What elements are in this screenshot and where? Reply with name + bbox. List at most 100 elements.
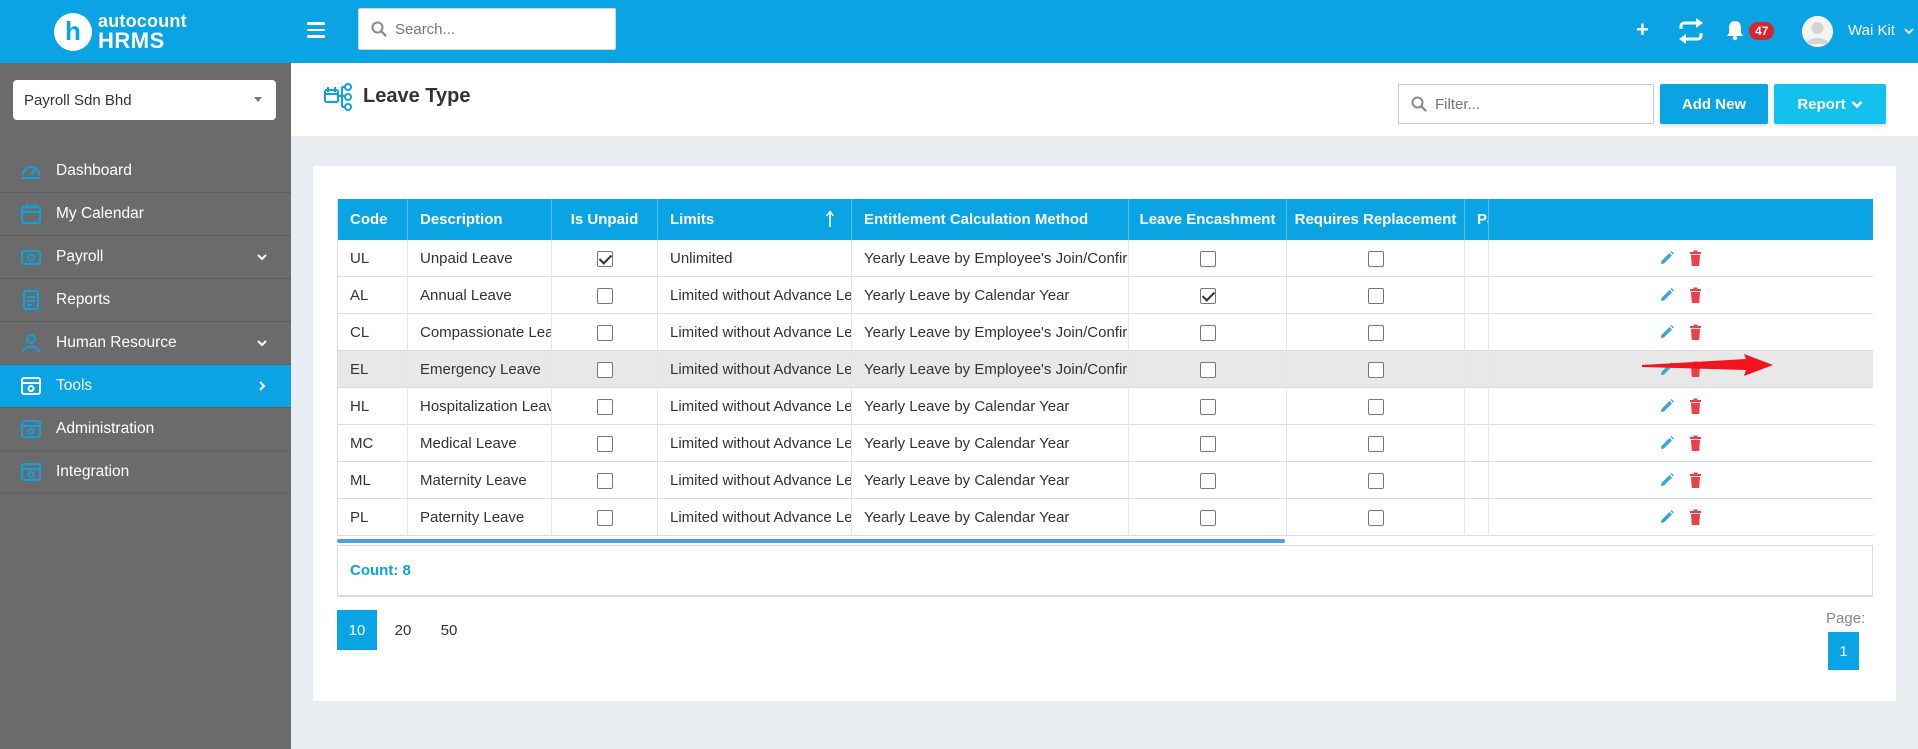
horizontal-scrollbar[interactable] xyxy=(337,539,1285,543)
requires-replacement-checkbox[interactable] xyxy=(1367,509,1384,526)
sidebar-item-payroll[interactable]: Payroll xyxy=(0,236,291,279)
is-unpaid-checkbox[interactable] xyxy=(596,435,613,452)
delete-trash-icon[interactable] xyxy=(1687,324,1704,341)
add-plus-button[interactable]: + xyxy=(1636,19,1649,41)
page-size-10[interactable]: 10 xyxy=(337,610,377,650)
is-unpaid-checkbox[interactable] xyxy=(596,361,613,378)
table-row[interactable]: UL Unpaid Leave Unlimited Yearly Leave by E… xyxy=(337,240,1873,277)
leave-encashment-checkbox[interactable] xyxy=(1199,398,1216,415)
reports-icon xyxy=(20,289,42,311)
method-text: Yearly Leave by Employee's Join/Confirm … xyxy=(864,250,1128,267)
column-header-is-unpaid[interactable]: Is Unpaid xyxy=(552,199,658,240)
leave-encashment-checkbox[interactable] xyxy=(1199,250,1216,267)
requires-replacement-checkbox[interactable] xyxy=(1367,398,1384,415)
chevron-right-icon xyxy=(259,381,266,391)
sync-icon[interactable] xyxy=(1677,18,1705,44)
method-text: Yearly Leave by Calendar Year xyxy=(864,287,1070,304)
edit-pencil-icon[interactable] xyxy=(1658,398,1675,415)
is-unpaid-checkbox[interactable] xyxy=(596,324,613,341)
report-button[interactable]: Report xyxy=(1774,84,1886,124)
delete-trash-icon[interactable] xyxy=(1687,398,1704,415)
filter-input[interactable] xyxy=(1435,95,1635,113)
table-row[interactable]: MC Medical Leave Limited without Advance L… xyxy=(337,425,1873,462)
cell-pa xyxy=(1465,462,1489,499)
sort-ascending-icon[interactable] xyxy=(825,209,835,229)
username[interactable]: Wai Kit xyxy=(1848,22,1895,39)
is-unpaid-checkbox[interactable] xyxy=(596,509,613,526)
leave-encashment-checkbox[interactable] xyxy=(1199,324,1216,341)
logo[interactable]: h autocount HRMS xyxy=(0,0,291,63)
sidebar-item-human-resource[interactable]: Human Resource xyxy=(0,322,291,365)
page-size-20[interactable]: 20 xyxy=(383,610,423,650)
requires-replacement-checkbox[interactable] xyxy=(1367,361,1384,378)
code-text: UL xyxy=(350,250,370,267)
page-label: Page: xyxy=(1826,610,1866,627)
table-row[interactable]: HL Hospitalization Leave Limited without A… xyxy=(337,388,1873,425)
avatar[interactable] xyxy=(1802,16,1833,47)
is-unpaid-checkbox[interactable] xyxy=(596,287,613,304)
edit-pencil-icon[interactable] xyxy=(1658,509,1675,526)
column-header-entitlement-calculation-method[interactable]: Entitlement Calculation Method xyxy=(852,199,1129,240)
cell-requires-replacement xyxy=(1287,499,1465,536)
table-row[interactable]: CL Compassionate Leave Limited without Adv… xyxy=(337,314,1873,351)
topbar: + 47 Wai Kit xyxy=(291,0,1918,63)
is-unpaid-checkbox[interactable] xyxy=(596,472,613,489)
edit-pencil-icon[interactable] xyxy=(1658,324,1675,341)
bell-icon[interactable] xyxy=(1724,19,1746,41)
delete-trash-icon[interactable] xyxy=(1687,250,1704,267)
method-text: Yearly Leave by Employee's Join/Confirm … xyxy=(864,361,1128,378)
sidebar-item-tools[interactable]: Tools xyxy=(0,365,291,408)
chevron-down-icon[interactable] xyxy=(1904,27,1914,35)
delete-trash-icon[interactable] xyxy=(1687,509,1704,526)
requires-replacement-checkbox[interactable] xyxy=(1367,324,1384,341)
sidebar-item-reports[interactable]: Reports xyxy=(0,279,291,322)
hamburger-menu-icon[interactable] xyxy=(307,22,325,38)
cell-leave-encashment xyxy=(1129,351,1287,388)
column-header-leave-encashment[interactable]: Leave Encashment xyxy=(1129,199,1287,240)
column-header-limits[interactable]: Limits xyxy=(658,199,852,240)
delete-trash-icon[interactable] xyxy=(1687,435,1704,452)
table-row[interactable]: PL Paternity Leave Limited without Advance… xyxy=(337,499,1873,536)
is-unpaid-checkbox[interactable] xyxy=(596,398,613,415)
search-input[interactable] xyxy=(395,20,595,38)
column-header-description[interactable]: Description xyxy=(408,199,552,240)
edit-pencil-icon[interactable] xyxy=(1658,287,1675,304)
company-select[interactable]: Payroll Sdn Bhd xyxy=(13,80,276,120)
edit-pencil-icon[interactable] xyxy=(1658,435,1675,452)
is-unpaid-checkbox[interactable] xyxy=(596,250,613,267)
filter-box[interactable] xyxy=(1398,84,1654,124)
requires-replacement-checkbox[interactable] xyxy=(1367,435,1384,452)
sidebar-item-dashboard[interactable]: Dashboard xyxy=(0,150,291,193)
column-header-requires-replacement[interactable]: Requires Replacement xyxy=(1287,199,1465,240)
table-row[interactable]: AL Annual Leave Limited without Advance Le… xyxy=(337,277,1873,314)
table-row[interactable]: ML Maternity Leave Limited without Advance… xyxy=(337,462,1873,499)
leave-encashment-checkbox[interactable] xyxy=(1199,472,1216,489)
leave-encashment-checkbox[interactable] xyxy=(1199,287,1216,304)
delete-trash-icon[interactable] xyxy=(1687,472,1704,489)
cell-actions xyxy=(1489,499,1873,536)
cell-method: Yearly Leave by Employee's Join/Confirm … xyxy=(852,240,1129,277)
sidebar-item-integration[interactable]: Integration xyxy=(0,451,291,494)
add-new-button[interactable]: Add New xyxy=(1660,84,1768,124)
delete-trash-icon[interactable] xyxy=(1687,287,1704,304)
requires-replacement-checkbox[interactable] xyxy=(1367,472,1384,489)
cell-is-unpaid xyxy=(552,277,658,314)
leave-encashment-checkbox[interactable] xyxy=(1199,361,1216,378)
column-header-pa[interactable]: Pa xyxy=(1465,199,1489,240)
edit-pencil-icon[interactable] xyxy=(1658,472,1675,489)
cell-description: Medical Leave xyxy=(408,425,552,462)
page-size-50[interactable]: 50 xyxy=(429,610,469,650)
column-header-code[interactable]: Code xyxy=(337,199,408,240)
cell-limits: Limited without Advance Leave xyxy=(658,462,852,499)
cell-leave-encashment xyxy=(1129,462,1287,499)
requires-replacement-checkbox[interactable] xyxy=(1367,287,1384,304)
sidebar-item-my-calendar[interactable]: My Calendar xyxy=(0,193,291,236)
requires-replacement-checkbox[interactable] xyxy=(1367,250,1384,267)
page-number-button[interactable]: 1 xyxy=(1828,632,1859,670)
global-search[interactable] xyxy=(358,8,616,50)
leave-encashment-checkbox[interactable] xyxy=(1199,509,1216,526)
leave-encashment-checkbox[interactable] xyxy=(1199,435,1216,452)
sidebar-item-administration[interactable]: Administration xyxy=(0,408,291,451)
cell-actions xyxy=(1489,277,1873,314)
edit-pencil-icon[interactable] xyxy=(1658,250,1675,267)
